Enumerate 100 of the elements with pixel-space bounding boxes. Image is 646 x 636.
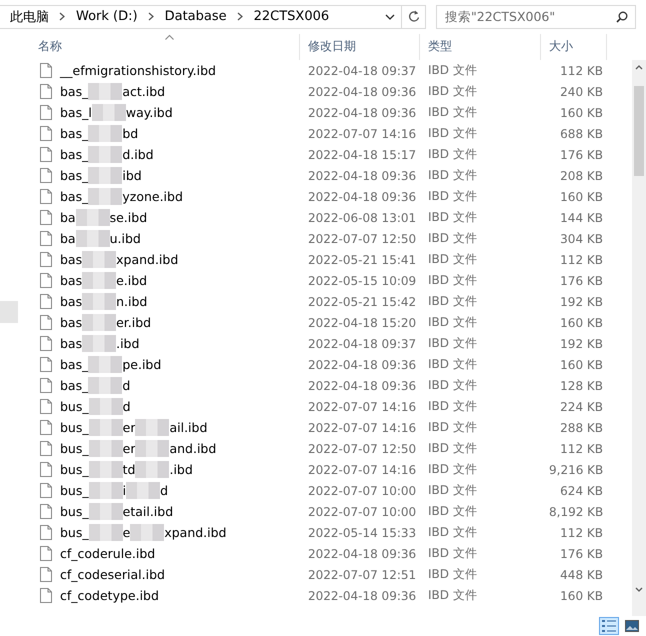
- file-type: IBD 文件: [427, 503, 478, 520]
- file-size: 112 KB: [559, 64, 604, 78]
- file-name[interactable]: bas: [60, 315, 82, 330]
- file-icon: [40, 105, 52, 120]
- file-name[interactable]: bus_: [60, 399, 89, 414]
- refresh-button[interactable]: [402, 4, 426, 28]
- file-size: 176 KB: [559, 148, 604, 162]
- file-name[interactable]: d: [160, 483, 168, 498]
- file-type: IBD 文件: [427, 230, 478, 247]
- breadcrumb-item[interactable]: 22CTSX006: [254, 9, 330, 24]
- redaction-mosaic: [130, 524, 164, 541]
- breadcrumb-item[interactable]: 此电脑: [10, 8, 49, 26]
- file-size: 624 KB: [559, 484, 604, 498]
- file-name[interactable]: bus_: [60, 483, 89, 498]
- file-name[interactable]: bas_: [60, 147, 88, 162]
- file-icon: [40, 399, 52, 414]
- file-name[interactable]: bus_: [60, 504, 89, 519]
- file-icon: [40, 63, 52, 78]
- file-name[interactable]: bas_: [60, 378, 88, 393]
- file-name[interactable]: bas_l: [60, 105, 92, 120]
- file-name[interactable]: bas: [60, 294, 82, 309]
- file-name[interactable]: d: [122, 399, 131, 414]
- scrollbar-thumb[interactable]: [634, 86, 644, 176]
- modified-date: 2022-04-18 15:17: [307, 148, 418, 162]
- file-name[interactable]: bas: [60, 252, 82, 267]
- view-mode-button[interactable]: [622, 617, 642, 635]
- file-name[interactable]: bd: [122, 126, 138, 141]
- modified-date: 2022-05-14 15:33: [307, 526, 418, 540]
- modified-date: 2022-04-18 09:36: [307, 546, 418, 560]
- file-name[interactable]: bus_: [60, 441, 89, 456]
- file-name[interactable]: xpand.ibd: [116, 252, 178, 267]
- file-type: IBD 文件: [427, 356, 478, 373]
- file-name[interactable]: ail.ibd: [169, 420, 208, 435]
- navigation-pane: [0, 301, 18, 323]
- file-name[interactable]: act.ibd: [122, 84, 166, 99]
- file-name[interactable]: etail.ibd: [122, 504, 174, 519]
- modified-date: 2022-07-07 10:00: [307, 484, 418, 498]
- file-name[interactable]: xpand.ibd: [164, 525, 226, 540]
- file-name[interactable]: ba: [60, 231, 76, 246]
- modified-date: 2022-04-18 09:37: [307, 64, 418, 78]
- file-name[interactable]: bus_: [60, 525, 89, 540]
- file-name[interactable]: ba: [60, 210, 76, 225]
- scroll-down-icon[interactable]: [635, 587, 643, 592]
- scroll-up-icon[interactable]: [635, 65, 643, 70]
- file-name[interactable]: cf_codeserial.ibd: [60, 567, 165, 582]
- file-icon: [40, 315, 52, 330]
- file-name[interactable]: d: [122, 378, 130, 393]
- file-name[interactable]: and.ibd: [169, 441, 216, 456]
- file-name[interactable]: .ibd: [169, 462, 193, 477]
- file-type: IBD 文件: [427, 398, 478, 415]
- modified-date: 2022-04-18 15:20: [307, 316, 418, 330]
- file-size: 112 KB: [559, 252, 604, 266]
- breadcrumb-item[interactable]: Work (D:): [76, 9, 138, 24]
- address-bar[interactable]: 此电脑 Work (D:) Database 22CTSX006: [0, 4, 402, 28]
- redaction-mosaic: [135, 461, 170, 478]
- file-name[interactable]: er.ibd: [116, 315, 152, 330]
- view-mode-button[interactable]: [599, 617, 619, 635]
- file-size: 112 KB: [559, 526, 604, 540]
- file-type: IBD 文件: [427, 167, 478, 184]
- file-name[interactable]: bas_: [60, 84, 88, 99]
- file-type: IBD 文件: [427, 524, 478, 541]
- file-name[interactable]: __efmigrationshistory.ibd: [60, 63, 216, 78]
- file-type: IBD 文件: [427, 188, 478, 205]
- file-size: 192 KB: [559, 336, 604, 350]
- file-name[interactable]: way.ibd: [126, 105, 173, 120]
- file-name[interactable]: td: [122, 462, 136, 477]
- file-name[interactable]: bas_: [60, 126, 88, 141]
- column-header[interactable]: 修改日期: [300, 34, 420, 60]
- file-type: IBD 文件: [427, 314, 478, 331]
- file-name[interactable]: u.ibd: [110, 231, 141, 246]
- file-name[interactable]: n.ibd: [116, 294, 148, 309]
- column-header[interactable]: 类型: [420, 34, 541, 60]
- file-name[interactable]: bas_: [60, 189, 88, 204]
- breadcrumb-item[interactable]: Database: [164, 9, 227, 24]
- file-name[interactable]: bas: [60, 336, 82, 351]
- column-header[interactable]: 名称: [30, 34, 300, 60]
- redaction-mosaic: [135, 419, 170, 436]
- file-name[interactable]: i: [122, 483, 126, 498]
- file-name[interactable]: er: [122, 420, 136, 435]
- file-name[interactable]: bas: [60, 273, 82, 288]
- file-name[interactable]: d.ibd: [122, 147, 154, 162]
- file-name[interactable]: bas_: [60, 168, 88, 183]
- file-name[interactable]: bus_: [60, 462, 89, 477]
- scrollbar[interactable]: [632, 60, 646, 616]
- column-header[interactable]: 大小: [541, 34, 607, 60]
- search-field[interactable]: 搜索"22CTSX006": [436, 4, 636, 28]
- file-name[interactable]: ibd: [122, 168, 142, 183]
- file-name[interactable]: .ibd: [116, 336, 140, 351]
- file-name[interactable]: bus_: [60, 420, 89, 435]
- file-name[interactable]: yzone.ibd: [122, 189, 183, 204]
- file-name[interactable]: bas_: [60, 357, 88, 372]
- file-name[interactable]: er: [122, 441, 136, 456]
- file-type: IBD 文件: [427, 482, 478, 499]
- file-name[interactable]: se.ibd: [110, 210, 148, 225]
- file-name[interactable]: cf_codetype.ibd: [60, 588, 159, 603]
- file-type: IBD 文件: [427, 104, 478, 121]
- file-name[interactable]: pe.ibd: [122, 357, 162, 372]
- file-name[interactable]: cf_coderule.ibd: [60, 546, 156, 561]
- file-name[interactable]: e: [122, 525, 130, 540]
- file-name[interactable]: e.ibd: [116, 273, 148, 288]
